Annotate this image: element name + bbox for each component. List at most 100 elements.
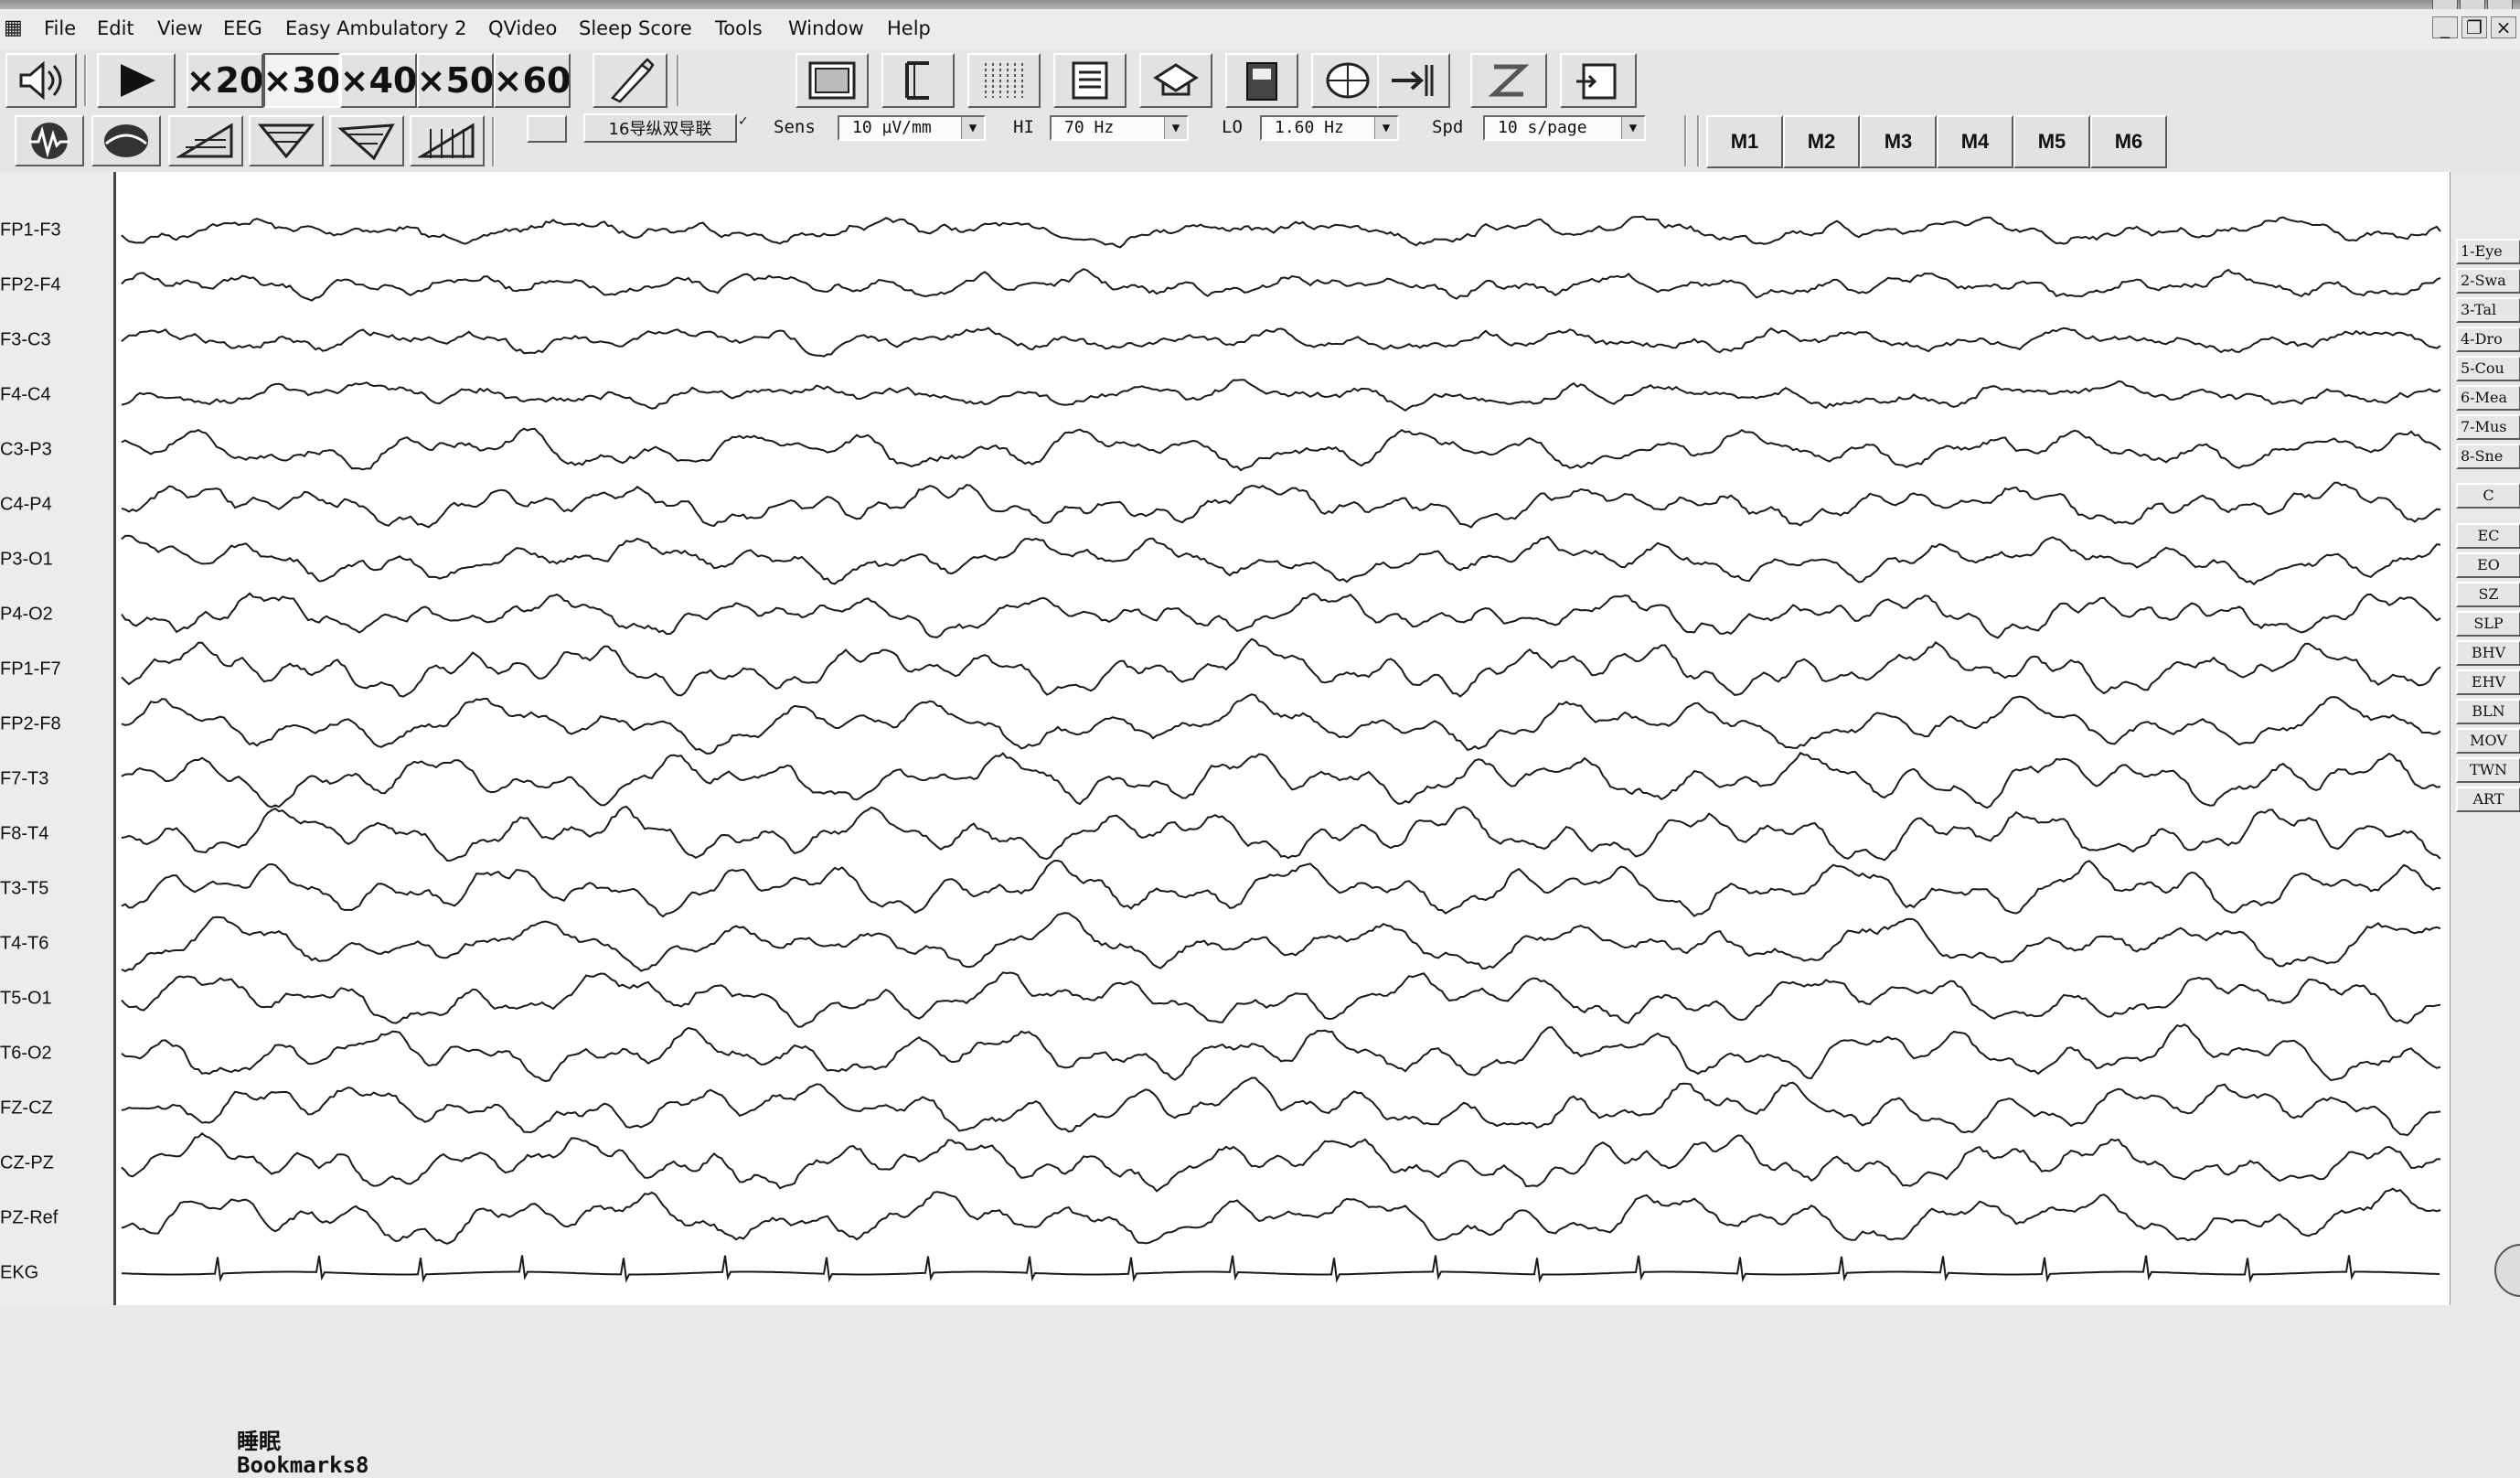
mdi-minimize-icon[interactable]: _ — [2432, 16, 2458, 38]
state-button-bln[interactable]: BLN — [2456, 699, 2520, 724]
channel-label[interactable]: F8-T4 — [0, 824, 113, 845]
cursor-bracket-button[interactable] — [881, 53, 955, 108]
marker-m4-button[interactable]: M4 — [1937, 115, 2013, 168]
filter-tool-1-button[interactable] — [168, 115, 243, 166]
event-button[interactable]: 6-Mea — [2456, 385, 2520, 411]
zoom-x30-button[interactable]: ×30 — [263, 53, 340, 108]
menu-help[interactable]: Help — [887, 16, 931, 40]
channel-label[interactable]: P4-O2 — [0, 605, 113, 626]
minimize-window-button[interactable] — [2432, 0, 2458, 9]
event-button[interactable]: 5-Cou — [2456, 356, 2520, 381]
marker-m2-button[interactable]: M2 — [1783, 115, 1860, 168]
zoom-x60-button[interactable]: ×60 — [494, 53, 571, 108]
notebook-button[interactable] — [1225, 53, 1298, 108]
z-tool-button[interactable] — [1470, 53, 1547, 108]
channel-label[interactable]: P3-O1 — [0, 550, 113, 571]
channel-label[interactable]: FP1-F3 — [0, 220, 113, 241]
export-button[interactable] — [1377, 53, 1450, 108]
event-button[interactable]: 8-Sne — [2456, 444, 2520, 469]
head-map-button[interactable] — [1311, 53, 1384, 108]
play-button[interactable] — [97, 53, 176, 108]
channel-label[interactable]: C3-P3 — [0, 440, 113, 461]
state-button-bhv[interactable]: BHV — [2456, 640, 2520, 666]
menu-bar: ▦ File Edit View EEG Easy Ambulatory 2 Q… — [0, 9, 2520, 50]
channel-label-column: FP1-F3 FP2-F4 F3-C3 F4-C4 C3-P3 C4-P4 P3… — [0, 172, 113, 1305]
menu-window[interactable]: Window — [788, 16, 864, 40]
menu-file[interactable]: File — [44, 16, 76, 40]
c-button[interactable]: C — [2456, 483, 2520, 509]
channel-label[interactable]: PZ-Ref — [0, 1208, 113, 1229]
channel-label[interactable]: F3-C3 — [0, 330, 113, 351]
head-map-icon — [1326, 62, 1370, 99]
pen-tool-button[interactable] — [593, 53, 667, 108]
eeg-waveform-area[interactable]: 睡眠 Bookmarks8 — [113, 172, 2450, 1477]
channel-label[interactable]: FZ-CZ — [0, 1098, 113, 1119]
zoom-x40-button[interactable]: ×40 — [340, 53, 417, 108]
filter-tool-2-button[interactable] — [249, 115, 324, 166]
event-button[interactable]: 4-Dro — [2456, 327, 2520, 352]
montage-button[interactable]: 16导纵双导联 — [583, 113, 737, 143]
state-button-twn[interactable]: TWN — [2456, 757, 2520, 783]
event-panel: 1-Eye 2-Swa 3-Tal 4-Dro 5-Cou 6-Mea 7-Mu… — [2450, 172, 2520, 1305]
channel-label[interactable]: FP2-F4 — [0, 275, 113, 296]
page-view-button[interactable] — [796, 53, 869, 108]
mdi-restore-icon[interactable]: ❐ — [2461, 16, 2487, 38]
filter-shape-icon — [257, 123, 315, 159]
menu-tools[interactable]: Tools — [715, 16, 763, 40]
channel-label[interactable]: F4-C4 — [0, 385, 113, 406]
grid-lines-button[interactable] — [967, 53, 1041, 108]
report-button[interactable] — [1053, 53, 1127, 108]
channel-label[interactable]: CZ-PZ — [0, 1153, 113, 1174]
menu-sleep-score[interactable]: Sleep Score — [579, 16, 692, 40]
channel-label[interactable]: T5-O1 — [0, 989, 113, 1010]
state-button-slp[interactable]: SLP — [2456, 611, 2520, 637]
marker-m6-button[interactable]: M6 — [2090, 115, 2167, 168]
state-button-eo[interactable]: EO — [2456, 552, 2520, 578]
marker-m1-button[interactable]: M1 — [1706, 115, 1783, 168]
mdi-close-icon[interactable]: × — [2491, 16, 2516, 38]
marker-m3-button[interactable]: M3 — [1860, 115, 1937, 168]
channel-label[interactable]: C4-P4 — [0, 495, 113, 516]
speaker-button[interactable] — [5, 53, 77, 108]
marker-m5-button[interactable]: M5 — [2013, 115, 2090, 168]
menu-eeg[interactable]: EEG — [223, 16, 262, 40]
zoom-x50-button[interactable]: ×50 — [417, 53, 494, 108]
filter-tool-4-button[interactable] — [410, 115, 485, 166]
event-button[interactable]: 1-Eye — [2456, 239, 2520, 264]
channel-label[interactable]: T6-O2 — [0, 1044, 113, 1065]
speed-select[interactable]: 10 s/page ▼ — [1483, 115, 1646, 141]
lo-filter-select[interactable]: 1.60 Hz ▼ — [1260, 115, 1399, 141]
eeg-trace — [121, 693, 2441, 755]
menu-view[interactable]: View — [157, 16, 203, 40]
hi-filter-select[interactable]: 70 Hz ▼ — [1050, 115, 1189, 141]
channel-label[interactable]: EKG — [0, 1263, 113, 1284]
state-button-ehv[interactable]: EHV — [2456, 669, 2520, 695]
sleep-annotation[interactable]: 睡眠 — [237, 1430, 369, 1453]
event-button[interactable]: 7-Mus — [2456, 414, 2520, 440]
menu-easy-ambulatory[interactable]: Easy Ambulatory 2 — [285, 16, 467, 40]
zoom-x20-button[interactable]: ×20 — [187, 53, 263, 108]
bookmarks-label[interactable]: Bookmarks8 — [237, 1453, 369, 1477]
channel-label[interactable]: FP1-F7 — [0, 659, 113, 680]
menu-edit[interactable]: Edit — [97, 16, 134, 40]
head-view-button[interactable] — [91, 115, 161, 166]
montage-toggle-button[interactable] — [527, 115, 567, 143]
filter-tool-3-button[interactable] — [329, 115, 404, 166]
print-setup-button[interactable] — [1560, 53, 1637, 108]
maximize-window-button[interactable] — [2460, 0, 2485, 9]
menu-qvideo[interactable]: QVideo — [488, 16, 557, 40]
channel-label[interactable]: T4-T6 — [0, 934, 113, 955]
cap-button[interactable] — [1139, 53, 1212, 108]
channel-label[interactable]: T3-T5 — [0, 879, 113, 900]
channel-label[interactable]: F7-T3 — [0, 769, 113, 790]
sens-select[interactable]: 10 µV/mm ▼ — [838, 115, 986, 141]
event-button[interactable]: 2-Swa — [2456, 268, 2520, 294]
channel-label[interactable]: FP2-F8 — [0, 714, 113, 735]
waveform-tool-button[interactable] — [15, 115, 84, 166]
event-button[interactable]: 3-Tal — [2456, 297, 2520, 323]
state-button-sz[interactable]: SZ — [2456, 582, 2520, 607]
state-button-mov[interactable]: MOV — [2456, 728, 2520, 754]
state-button-art[interactable]: ART — [2456, 787, 2520, 812]
close-window-button[interactable] — [2487, 0, 2513, 9]
state-button-ec[interactable]: EC — [2456, 523, 2520, 549]
